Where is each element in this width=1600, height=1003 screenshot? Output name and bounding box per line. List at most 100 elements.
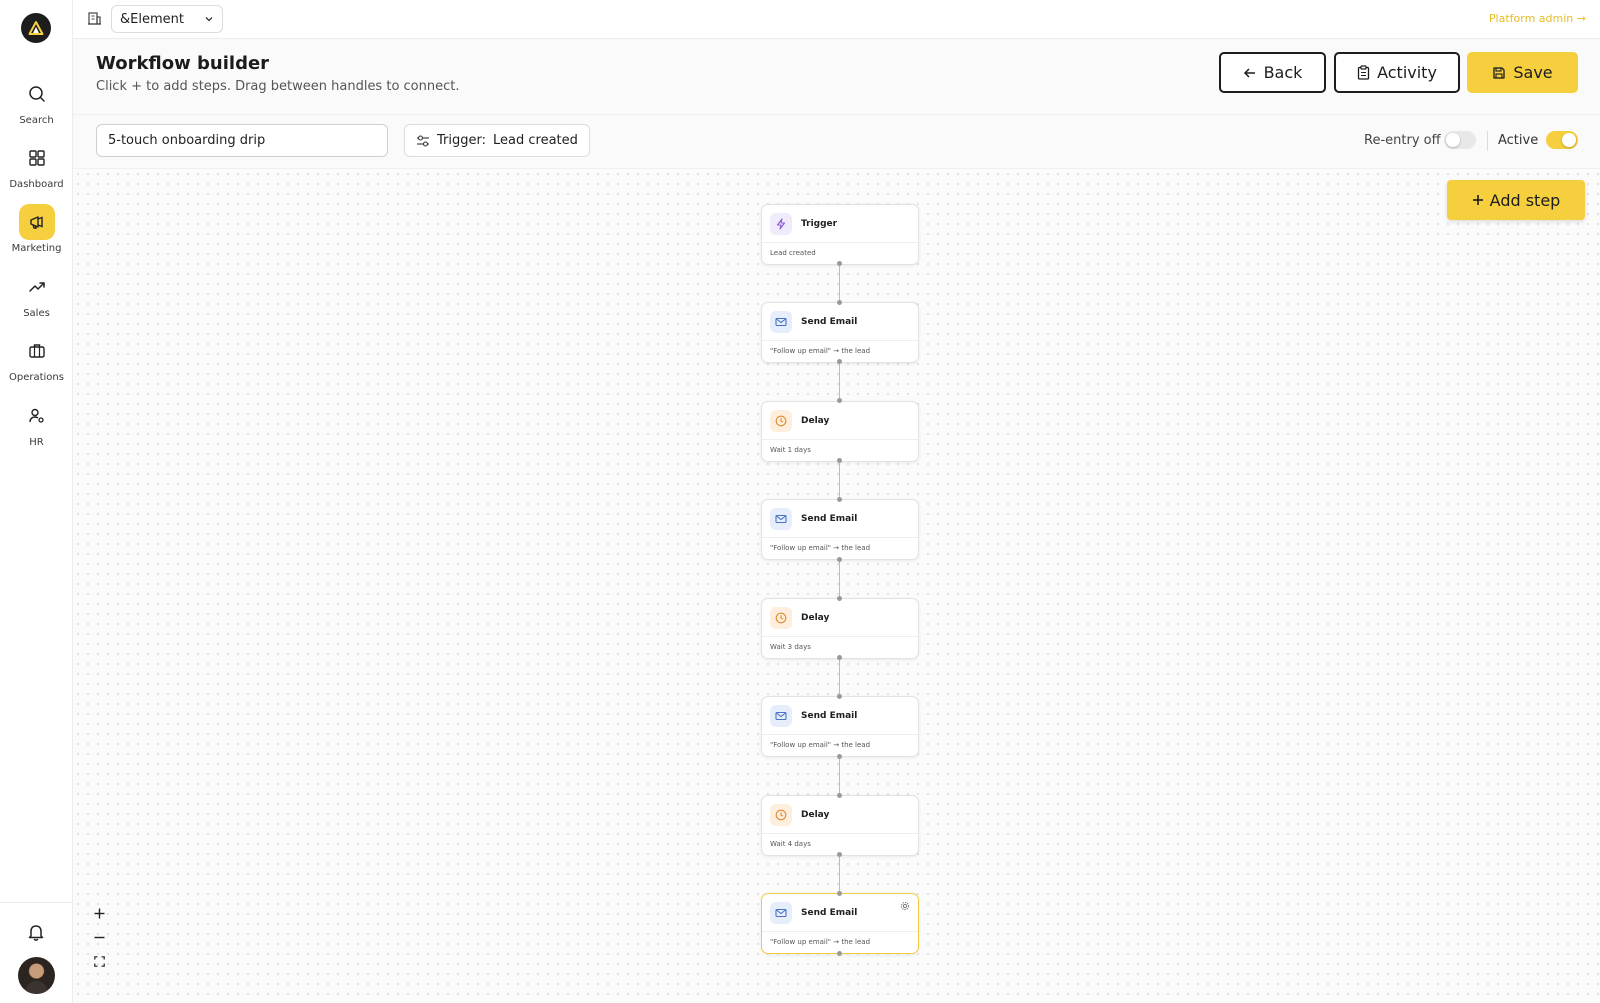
activity-button-label: Activity	[1377, 63, 1437, 82]
activity-button[interactable]: Activity	[1334, 52, 1460, 93]
node-title: Send Email	[801, 710, 858, 721]
node-handle[interactable]	[837, 261, 842, 266]
node-handle[interactable]	[837, 596, 842, 601]
edge-connector	[839, 757, 840, 796]
top-bar: &Element Platform admin →	[73, 0, 1600, 39]
node-icon-badge	[770, 606, 792, 629]
node-title: Send Email	[801, 513, 858, 524]
page-subtitle: Click + to add steps. Drag between handl…	[96, 79, 460, 94]
edge-connector	[839, 855, 840, 894]
workflow-toolbar: Trigger: Lead created Re-entry off Activ…	[73, 115, 1600, 169]
megaphone-icon	[29, 216, 43, 229]
add-step-button[interactable]: Add step	[1447, 180, 1585, 220]
workflow-node-delay[interactable]: Delay Wait 1 days	[761, 401, 919, 462]
node-detail: "Follow up email" → the lead	[770, 938, 871, 946]
node-handle[interactable]	[837, 951, 842, 956]
node-title: Delay	[801, 612, 830, 623]
platform-admin-link[interactable]: Platform admin →	[1489, 12, 1586, 25]
sidebar-icon-wrap	[19, 269, 55, 305]
sidebar-item-sales[interactable]: Sales	[0, 269, 73, 319]
node-header: Send Email	[762, 303, 918, 341]
workflow-node-send-email[interactable]: Send Email "Follow up email" → the lead	[761, 302, 919, 363]
zoom-in-button[interactable]	[87, 901, 111, 925]
reentry-toggle[interactable]	[1444, 131, 1476, 149]
node-handle[interactable]	[837, 557, 842, 562]
zoom-out-button[interactable]	[87, 925, 111, 949]
edge-connector	[839, 461, 840, 500]
save-button[interactable]: Save	[1467, 52, 1578, 93]
plus-icon	[1472, 195, 1483, 205]
active-toggle[interactable]	[1546, 131, 1578, 149]
user-avatar[interactable]	[18, 957, 55, 994]
sidebar-item-label: HR	[29, 437, 44, 448]
node-title: Delay	[801, 415, 830, 426]
node-handle[interactable]	[837, 497, 842, 502]
workflow-node-send-email[interactable]: Send Email "Follow up email" → the lead	[761, 499, 919, 560]
node-handle[interactable]	[837, 891, 842, 896]
node-header: Delay	[762, 599, 918, 637]
trending-up-icon	[28, 282, 45, 292]
node-icon-badge	[770, 212, 792, 235]
sidebar-item-label: Marketing	[11, 243, 62, 254]
node-header: Trigger	[762, 205, 918, 243]
toolbar-divider	[1487, 131, 1488, 151]
node-handle[interactable]	[837, 359, 842, 364]
add-step-label: Add step	[1489, 190, 1561, 210]
sidebar-icon-wrap	[19, 333, 55, 369]
organization-select[interactable]: &Element	[111, 5, 223, 33]
node-handle[interactable]	[837, 300, 842, 305]
edge-connector	[839, 560, 840, 599]
mail-icon	[775, 711, 787, 720]
node-handle[interactable]	[837, 793, 842, 798]
sidebar-item-dashboard[interactable]: Dashboard	[0, 140, 73, 190]
sidebar-item-label: Search	[19, 115, 54, 126]
trigger-value: Lead created	[493, 133, 578, 148]
fit-view-button[interactable]	[87, 949, 111, 973]
zoom-controls	[87, 901, 111, 973]
sidebar-icon-wrap	[19, 398, 55, 434]
trigger-selector[interactable]: Trigger: Lead created	[404, 124, 590, 157]
users-gear-icon	[28, 408, 44, 423]
node-handle[interactable]	[837, 852, 842, 857]
node-handle[interactable]	[837, 694, 842, 699]
sidebar-item-search[interactable]: Search	[0, 76, 73, 126]
node-icon-badge	[770, 310, 792, 333]
sidebar-icon-wrap	[19, 140, 55, 176]
workflow-name-input[interactable]	[96, 124, 388, 157]
plus-icon	[94, 908, 104, 918]
node-detail: "Follow up email" → the lead	[770, 347, 871, 355]
node-icon-badge	[770, 507, 792, 530]
app-logo[interactable]	[21, 13, 51, 43]
logo-triangle-icon	[28, 21, 44, 35]
page-header: Workflow builder Click + to add steps. D…	[73, 39, 1600, 115]
workflow-node-send-email[interactable]: Send Email "Follow up email" → the lead	[761, 696, 919, 757]
node-handle[interactable]	[837, 458, 842, 463]
node-handle[interactable]	[837, 655, 842, 660]
node-handle[interactable]	[837, 754, 842, 759]
sidebar-item-hr[interactable]: HR	[0, 398, 73, 448]
back-button[interactable]: Back	[1219, 52, 1326, 93]
node-icon-badge	[770, 409, 792, 432]
node-title: Trigger	[801, 218, 838, 229]
clipboard-icon	[1357, 65, 1370, 80]
mail-icon	[775, 317, 787, 326]
node-handle[interactable]	[837, 398, 842, 403]
organization-name: &Element	[120, 11, 184, 27]
node-header: Send Email	[762, 500, 918, 538]
search-icon	[28, 86, 45, 102]
edge-connector	[839, 362, 840, 401]
workflow-node-delay[interactable]: Delay Wait 3 days	[761, 598, 919, 659]
workflow-node-trigger[interactable]: Trigger Lead created	[761, 204, 919, 265]
workflow-canvas[interactable]: Add step Trigger Lead created Send Email…	[73, 169, 1600, 1003]
gear-icon[interactable]	[900, 901, 910, 911]
workflow-node-send-email-selected[interactable]: Send Email "Follow up email" → the lead	[761, 893, 919, 954]
minus-icon	[94, 936, 104, 938]
reentry-label: Re-entry off	[1364, 133, 1441, 148]
mail-icon	[775, 908, 787, 917]
page-title: Workflow builder	[96, 53, 270, 74]
save-icon	[1493, 66, 1506, 79]
sidebar-item-marketing[interactable]: Marketing	[0, 204, 73, 254]
workflow-node-delay[interactable]: Delay Wait 4 days	[761, 795, 919, 856]
bell-icon[interactable]	[25, 921, 47, 943]
sidebar-item-operations[interactable]: Operations	[0, 333, 73, 383]
